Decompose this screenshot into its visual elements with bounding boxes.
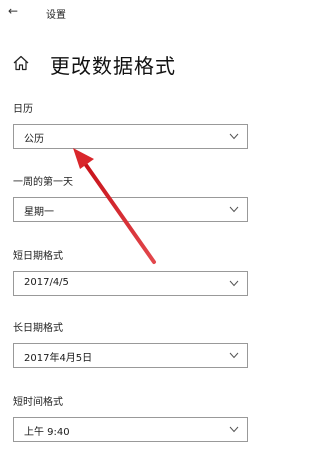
long-date-select[interactable]: 2017年4月5日 [13,343,248,368]
short-time-label: 短时间格式 [13,397,63,408]
chevron-down-icon [229,280,239,287]
long-date-field: 长日期格式 2017年4月5日 [13,322,248,368]
page-title: 更改数据格式 [50,54,176,78]
short-time-select[interactable]: 上午 9:40 [13,417,248,442]
short-date-value: 2017/4/5 [24,277,69,288]
home-icon [13,55,29,71]
chevron-down-icon [229,426,239,433]
app-title: 设置 [46,10,66,21]
calendar-select[interactable]: 公历 [13,124,248,149]
short-date-label: 短日期格式 [13,251,63,262]
calendar-value: 公历 [24,134,44,145]
short-time-field: 短时间格式 上午 9:40 [13,396,248,442]
first-day-label: 一周的第一天 [13,177,73,188]
chevron-down-icon [229,133,239,140]
first-day-select[interactable]: 星期一 [13,197,248,222]
chevron-down-icon [229,206,239,213]
short-date-select[interactable]: 2017/4/5 [13,271,248,296]
calendar-field: 日历 公历 [13,103,248,149]
chevron-down-icon [229,352,239,359]
long-date-value: 2017年4月5日 [24,353,93,364]
short-time-value: 上午 9:40 [24,427,70,438]
first-day-field: 一周的第一天 星期一 [13,176,248,222]
title-bar: ← 设置 [0,0,322,24]
short-date-field: 短日期格式 2017/4/5 [13,250,248,296]
back-arrow-icon[interactable]: ← [8,5,18,17]
first-day-value: 星期一 [24,207,54,218]
calendar-label: 日历 [13,104,33,115]
long-date-label: 长日期格式 [13,323,63,334]
